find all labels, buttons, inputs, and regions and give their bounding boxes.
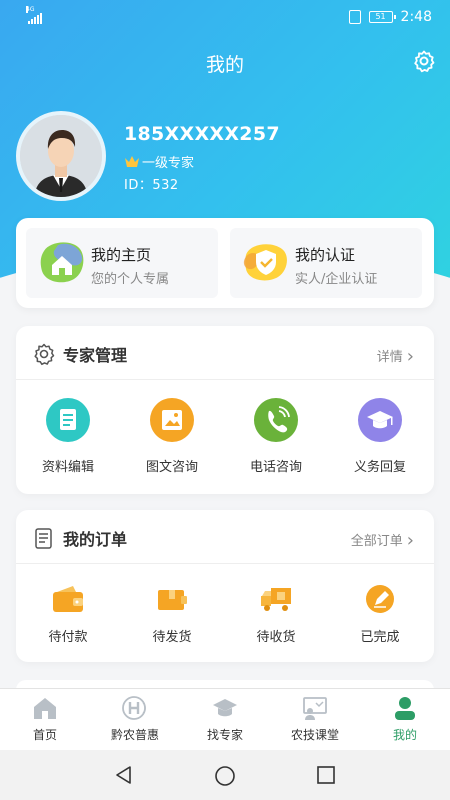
tab-home-label: 首页 xyxy=(32,728,57,742)
status-time: 2:48 xyxy=(400,9,432,25)
expert-management-card: 专家管理 详情 资料编辑 图文咨询 电话咨询 义务回复 xyxy=(16,326,434,494)
my-certification-link[interactable]: 我的认证 实人/企业认证 xyxy=(230,228,422,298)
user-icon xyxy=(392,695,418,721)
image-text-icon xyxy=(150,398,194,442)
quick-links-card: 我的主页 您的个人专属 我的认证 实人/企业认证 xyxy=(16,218,434,308)
signal-icon: 4G xyxy=(26,6,42,24)
my-homepage-link[interactable]: 我的主页 您的个人专属 xyxy=(26,228,218,298)
home-icon xyxy=(32,695,58,721)
image-text-consult-label: 图文咨询 xyxy=(145,460,198,475)
expert-level: 一级专家 xyxy=(124,152,194,171)
package-icon xyxy=(155,584,189,614)
order-document-icon xyxy=(32,526,56,550)
phone-consult-button[interactable]: 电话咨询 xyxy=(224,398,328,475)
system-navigation-bar xyxy=(0,750,450,800)
tab-agri-classroom[interactable]: 农技课堂 xyxy=(270,695,360,743)
completed-button[interactable]: 已完成 xyxy=(328,584,432,645)
pending-payment-button[interactable]: 待付款 xyxy=(16,584,120,645)
pencil-check-icon xyxy=(363,584,397,614)
benefit-icon xyxy=(122,695,148,721)
tab-find-expert-label: 找专家 xyxy=(206,728,243,742)
recent-apps-icon[interactable] xyxy=(316,765,336,789)
pending-shipment-button[interactable]: 待发货 xyxy=(120,584,224,645)
tab-mine-label: 我的 xyxy=(392,728,417,742)
classroom-icon xyxy=(302,695,328,721)
shield-check-icon xyxy=(242,241,290,285)
vibrate-icon xyxy=(348,10,361,24)
pending-shipment-label: 待发货 xyxy=(152,630,192,645)
image-text-consult-button[interactable]: 图文咨询 xyxy=(120,398,224,475)
pending-receipt-button[interactable]: 待收货 xyxy=(224,584,328,645)
tab-qiannong-benefit[interactable]: 黔农普惠 xyxy=(90,695,180,743)
bottom-tab-bar: 首页 黔农普惠 找专家 农技课堂 我的 xyxy=(0,688,450,750)
status-bar: 4G 51 2:48 xyxy=(0,0,450,36)
wallet-icon xyxy=(51,584,85,614)
phone-consult-label: 电话咨询 xyxy=(249,460,302,475)
crown-icon xyxy=(125,156,139,167)
my-homepage-title: 我的主页 xyxy=(91,246,152,264)
expert-management-header: 专家管理 详情 xyxy=(16,326,434,380)
gear-icon xyxy=(32,342,56,366)
expert-management-title: 专家管理 xyxy=(63,346,128,365)
user-phone-name: 185XXXXX257 xyxy=(124,123,280,145)
graduation-cap-icon xyxy=(358,398,402,442)
tab-qiannong-benefit-label: 黔农普惠 xyxy=(110,728,159,742)
truck-icon xyxy=(259,584,293,614)
battery-icon: 51 xyxy=(368,11,396,23)
avatar[interactable] xyxy=(16,111,106,201)
profile-edit-label: 资料编辑 xyxy=(41,460,94,475)
phone-icon xyxy=(254,398,298,442)
tab-agri-classroom-label: 农技课堂 xyxy=(290,728,339,742)
settings-gear-icon[interactable] xyxy=(412,49,436,73)
network-type: 4G xyxy=(26,6,35,13)
my-certification-subtitle: 实人/企业认证 xyxy=(295,272,378,287)
my-orders-header: 我的订单 全部订单 xyxy=(16,510,434,564)
tab-mine[interactable]: 我的 xyxy=(360,695,450,743)
all-orders-link[interactable]: 全部订单 xyxy=(351,529,414,550)
pending-payment-label: 待付款 xyxy=(48,630,88,645)
document-icon xyxy=(46,398,90,442)
completed-label: 已完成 xyxy=(360,630,400,645)
user-id: ID：532 xyxy=(124,178,179,193)
page-title: 我的 xyxy=(205,54,244,76)
expert-management-details-link[interactable]: 详情 xyxy=(377,345,414,366)
my-homepage-subtitle: 您的个人专属 xyxy=(91,272,170,287)
back-icon[interactable] xyxy=(114,765,134,789)
volunteer-reply-button[interactable]: 义务回复 xyxy=(328,398,432,475)
tab-find-expert[interactable]: 找专家 xyxy=(180,695,270,743)
tab-home[interactable]: 首页 xyxy=(0,695,90,743)
volunteer-reply-label: 义务回复 xyxy=(353,460,406,475)
graduation-cap-icon xyxy=(212,695,238,721)
pending-receipt-label: 待收货 xyxy=(256,630,296,645)
my-orders-title: 我的订单 xyxy=(63,530,128,549)
expert-level-label: 一级专家 xyxy=(142,156,195,171)
my-certification-title: 我的认证 xyxy=(295,246,356,264)
home-circle-icon[interactable] xyxy=(214,765,236,791)
my-orders-card: 我的订单 全部订单 待付款 待发货 待收货 已完成 xyxy=(16,510,434,662)
profile-edit-button[interactable]: 资料编辑 xyxy=(16,398,120,475)
home-icon xyxy=(38,241,86,285)
